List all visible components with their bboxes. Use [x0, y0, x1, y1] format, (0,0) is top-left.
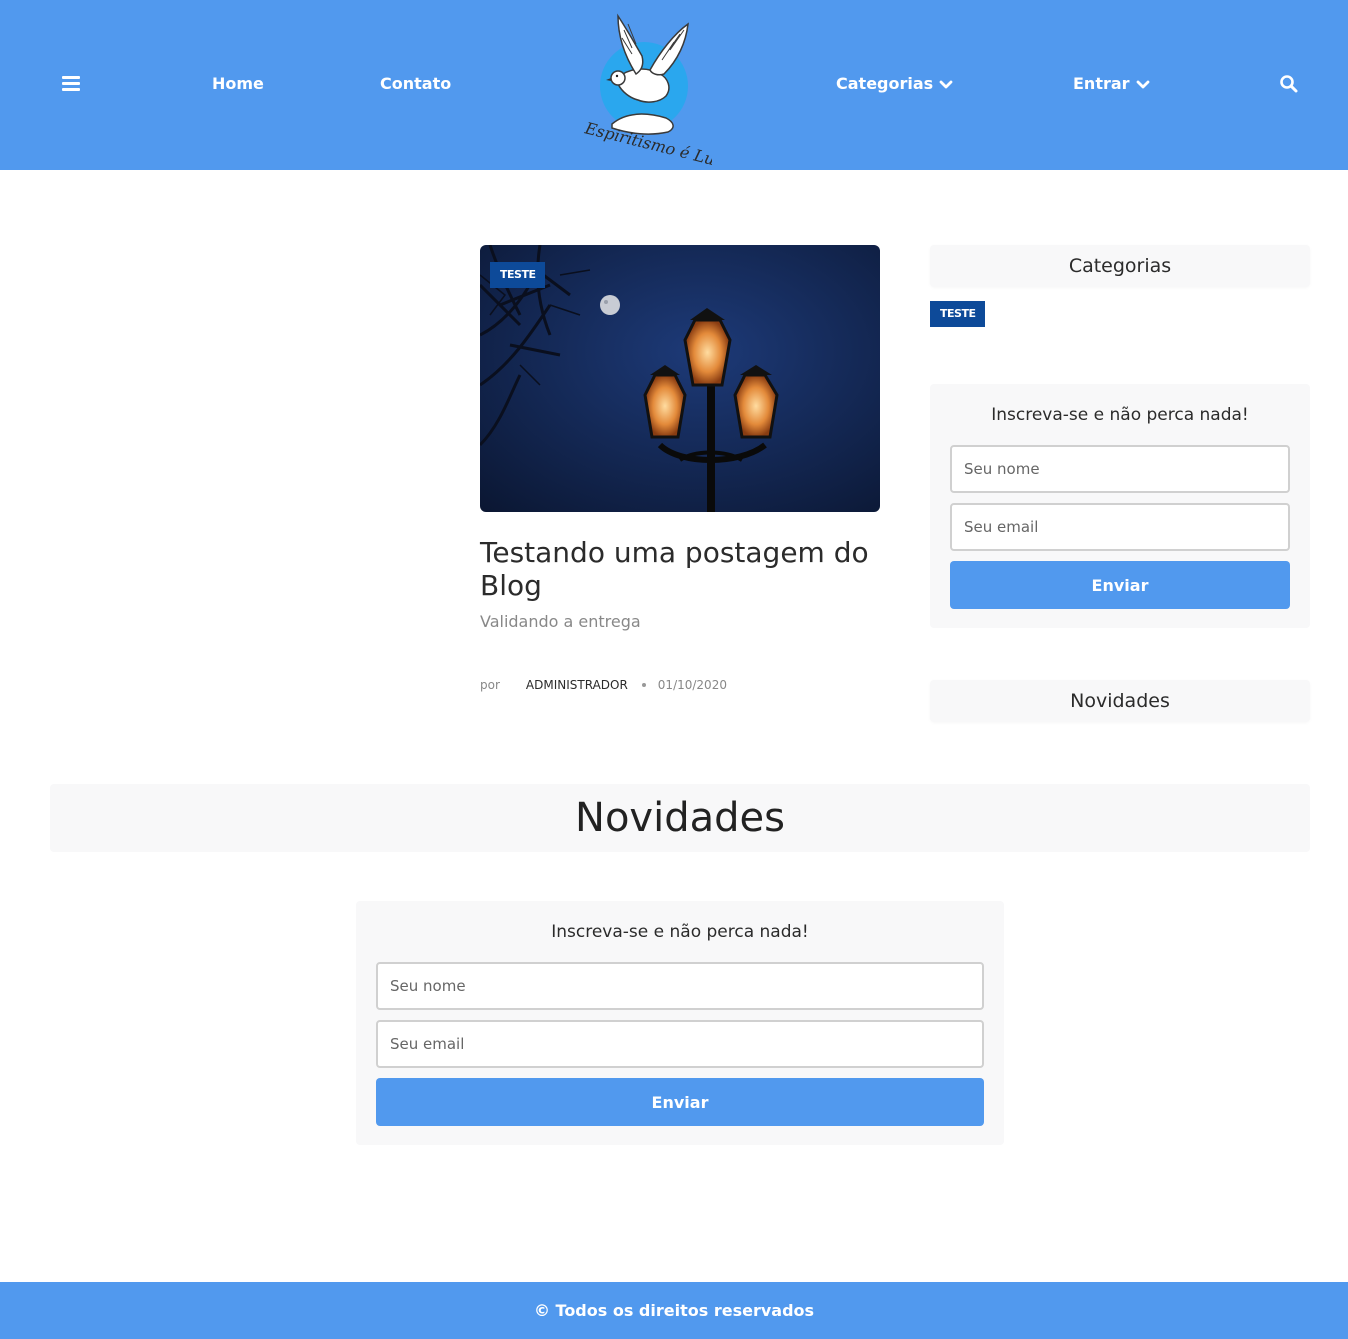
nav-categorias-dropdown[interactable]: Categorias — [836, 72, 953, 96]
post-title[interactable]: Testando uma postagem do Blog — [480, 536, 880, 602]
site-footer: © Todos os direitos reservados — [0, 1282, 1348, 1339]
subscribe-title: Inscreva-se e não perca nada! — [551, 922, 809, 942]
hamburger-icon[interactable] — [62, 76, 80, 92]
nav-home-link[interactable]: Home — [212, 72, 264, 96]
post-date: 01/10/2020 — [657, 678, 727, 692]
nav-categorias-label: Categorias — [836, 74, 934, 93]
submit-button[interactable]: Enviar — [950, 561, 1290, 609]
novidades-heading: Novidades — [50, 784, 1310, 852]
post-category-badge[interactable]: TESTE — [490, 262, 546, 288]
sidebar-novidades-title: Novidades — [930, 680, 1310, 722]
chevron-down-icon — [1136, 80, 1149, 88]
meta-separator — [641, 682, 646, 687]
nav-contato-link[interactable]: Contato — [380, 72, 451, 96]
name-field[interactable] — [376, 962, 984, 1010]
submit-button[interactable]: Enviar — [376, 1078, 984, 1126]
nav-entrar-dropdown[interactable]: Entrar — [1073, 72, 1150, 96]
name-field[interactable] — [950, 445, 1290, 493]
sidebar-category-badge[interactable]: TESTE — [930, 301, 986, 327]
post-by-label: por — [480, 678, 500, 692]
email-field[interactable] — [950, 503, 1290, 551]
novidades-subscribe-form: Inscreva-se e não perca nada! Enviar — [356, 901, 1004, 1145]
site-logo[interactable]: Espiritismo é Luz — [576, 8, 712, 166]
subscribe-title: Inscreva-se e não perca nada! — [991, 405, 1249, 425]
post-thumbnail[interactable]: TESTE — [480, 245, 880, 512]
post-author[interactable]: ADMINISTRADOR — [526, 678, 628, 692]
search-icon[interactable] — [1279, 74, 1299, 94]
sidebar-categories-title: Categorias — [930, 245, 1310, 287]
chevron-down-icon — [939, 80, 953, 88]
post-subtitle: Validando a entrega — [480, 612, 641, 631]
post-meta: por ADMINISTRADOR 01/10/2020 — [480, 676, 727, 694]
nav-entrar-label: Entrar — [1073, 74, 1130, 93]
sidebar-subscribe-form: Inscreva-se e não perca nada! Enviar — [930, 384, 1310, 628]
site-header: Home Contato Espiritismo é Luz Categoria… — [0, 0, 1348, 170]
email-field[interactable] — [376, 1020, 984, 1068]
copyright-text: © Todos os direitos reservados — [533, 1301, 815, 1320]
